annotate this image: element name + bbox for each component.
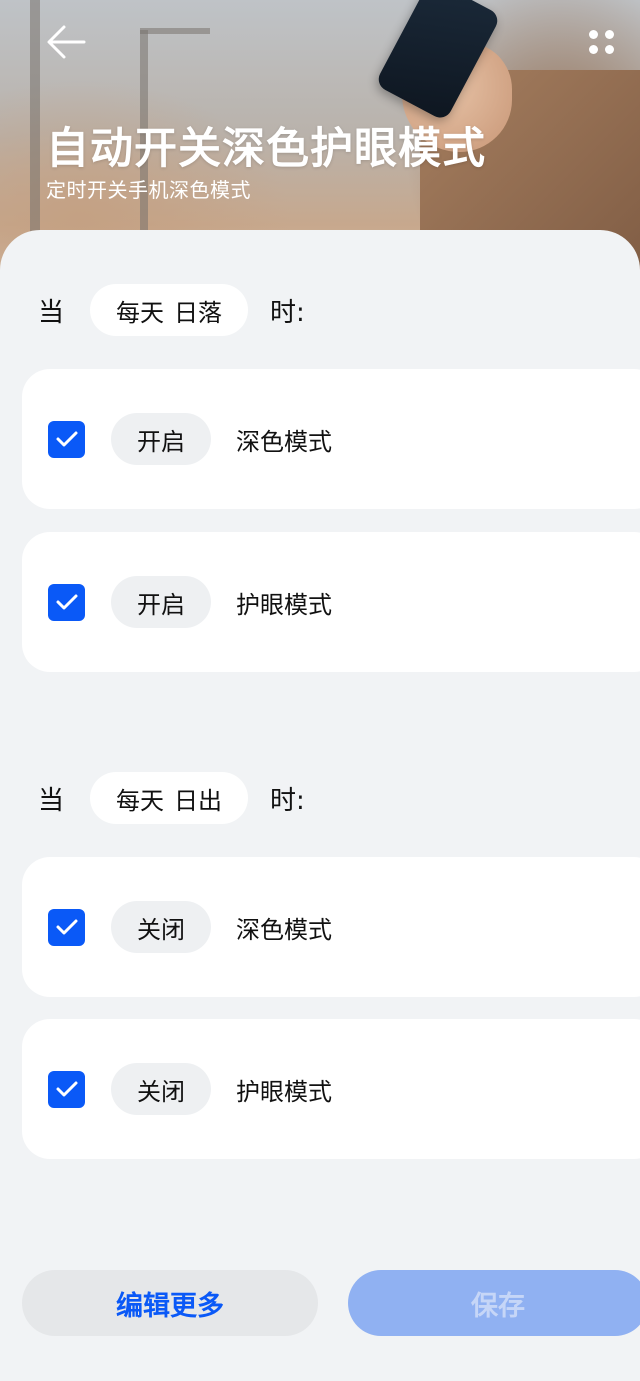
checkmark-icon bbox=[56, 431, 77, 447]
condition-suffix-label: 时: bbox=[270, 297, 305, 328]
condition-trigger-selector[interactable]: 每天 日落 bbox=[90, 284, 248, 336]
back-button[interactable] bbox=[44, 22, 88, 62]
condition-row-sunset: 当 每天 日落 时: bbox=[38, 284, 305, 336]
more-dots-icon bbox=[605, 45, 614, 54]
condition-when-label: 当 bbox=[38, 785, 65, 816]
mode-label: 护眼模式 bbox=[236, 590, 332, 619]
action-selector[interactable]: 开启 bbox=[111, 413, 211, 465]
action-checkbox[interactable] bbox=[48, 583, 85, 621]
action-card: 开启 护眼模式 bbox=[22, 532, 640, 672]
back-arrow-icon bbox=[47, 25, 86, 59]
action-checkbox[interactable] bbox=[48, 908, 85, 946]
checkmark-icon bbox=[56, 1081, 77, 1097]
edit-more-button[interactable]: 编辑更多 bbox=[22, 1270, 318, 1336]
page-subtitle: 定时开关手机深色模式 bbox=[46, 178, 251, 202]
background-pole bbox=[140, 28, 210, 34]
background-pole bbox=[30, 0, 40, 260]
mode-label: 深色模式 bbox=[236, 915, 332, 944]
event-label: 日出 bbox=[174, 786, 222, 815]
condition-when-label: 当 bbox=[38, 297, 65, 328]
more-button[interactable] bbox=[584, 26, 620, 58]
action-checkbox[interactable] bbox=[48, 1070, 85, 1108]
more-dots-icon bbox=[605, 30, 614, 39]
condition-trigger-selector[interactable]: 每天 日出 bbox=[90, 772, 248, 824]
action-selector[interactable]: 关闭 bbox=[111, 901, 211, 953]
action-selector[interactable]: 开启 bbox=[111, 576, 211, 628]
frequency-label: 每天 bbox=[116, 298, 164, 327]
action-card: 关闭 护眼模式 bbox=[22, 1019, 640, 1159]
mode-label: 护眼模式 bbox=[236, 1077, 332, 1106]
condition-row-sunrise: 当 每天 日出 时: bbox=[38, 772, 305, 824]
save-button[interactable]: 保存 bbox=[348, 1270, 640, 1336]
page-title: 自动开关深色护眼模式 bbox=[46, 124, 486, 174]
condition-suffix-label: 时: bbox=[270, 785, 305, 816]
action-checkbox[interactable] bbox=[48, 420, 85, 458]
action-card: 开启 深色模式 bbox=[22, 369, 640, 509]
action-card: 关闭 深色模式 bbox=[22, 857, 640, 997]
event-label: 日落 bbox=[174, 298, 222, 327]
checkmark-icon bbox=[56, 594, 77, 610]
frequency-label: 每天 bbox=[116, 786, 164, 815]
more-dots-icon bbox=[589, 30, 598, 39]
action-selector[interactable]: 关闭 bbox=[111, 1063, 211, 1115]
checkmark-icon bbox=[56, 919, 77, 935]
mode-label: 深色模式 bbox=[236, 427, 332, 456]
more-dots-icon bbox=[589, 45, 598, 54]
